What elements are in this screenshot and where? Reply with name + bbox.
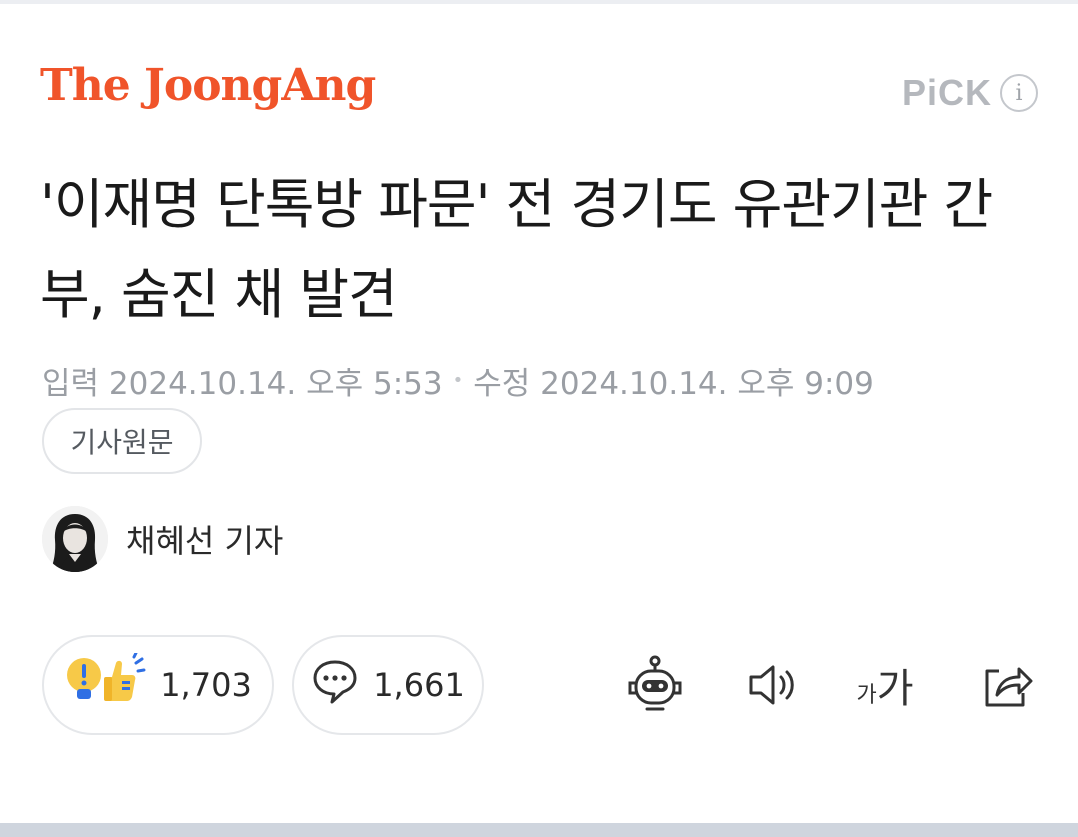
edit-datetime: 2024.10.14. 오후 9:09 [540, 366, 874, 402]
pick-badge[interactable]: PiCK i [902, 72, 1038, 114]
comment-icon [311, 658, 359, 712]
font-size-icon: 가가 [856, 656, 913, 714]
comment-button[interactable]: 1,661 [292, 635, 484, 735]
top-strip [0, 0, 1078, 4]
original-article-button[interactable]: 기사원문 [42, 408, 202, 474]
reporter[interactable]: 채혜선 기자 [42, 506, 283, 572]
reporter-avatar[interactable] [42, 506, 108, 572]
article-meta: 입력 2024.10.14. 오후 5:53 • 수정 2024.10.14. … [42, 358, 874, 403]
edit-label: 수정 [473, 366, 531, 402]
reporter-name[interactable]: 채혜선 기자 [126, 516, 283, 562]
share-button[interactable] [974, 652, 1040, 718]
share-icon [985, 667, 1033, 707]
article-headline: '이재명 단톡방 파문' 전 경기도 유관기관 간부, 숨진 채 발견 [40, 173, 993, 326]
font-size-large: 가 [876, 666, 914, 712]
meta-separator: • [452, 370, 464, 391]
reaction-count: 1,703 [160, 666, 252, 704]
summary-bot-button[interactable] [622, 652, 688, 718]
comment-count: 1,661 [373, 666, 465, 704]
speaker-button[interactable] [740, 652, 806, 718]
input-datetime: 2024.10.14. 오후 5:53 [108, 366, 443, 402]
bottom-strip [0, 823, 1078, 837]
summary-bot-icon [628, 655, 682, 711]
reaction-icon [64, 651, 146, 717]
press-logo[interactable]: The JoongAng [40, 60, 376, 111]
font-size-button[interactable]: 가가 [852, 652, 918, 718]
pick-label: PiCK [901, 72, 992, 113]
font-size-small: 가 [856, 683, 877, 708]
speaker-icon [749, 665, 794, 705]
input-label: 입력 [42, 366, 100, 402]
info-icon[interactable]: i [1000, 74, 1038, 112]
reaction-button[interactable]: 1,703 [42, 635, 274, 735]
